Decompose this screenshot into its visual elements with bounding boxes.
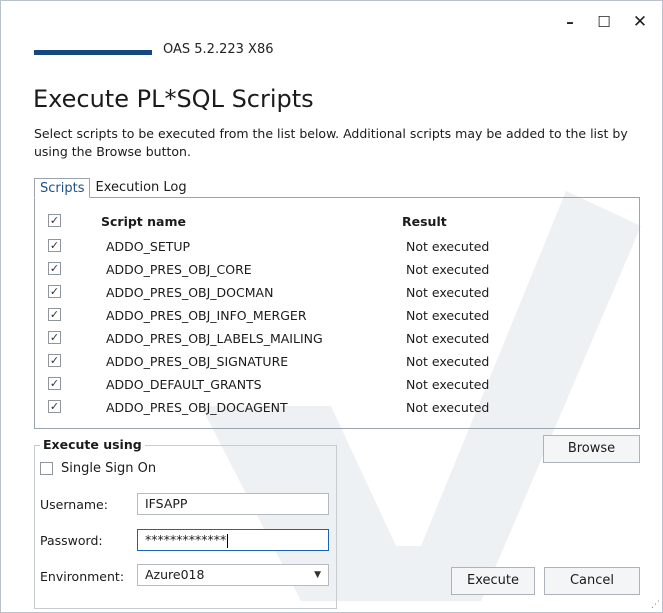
- scripts-list[interactable]: ✓ Script name Result ✓ ADDO_SETUP Not ex…: [34, 197, 640, 429]
- close-icon[interactable]: ✕: [628, 11, 652, 33]
- resize-grip-icon[interactable]: ⋰: [651, 600, 660, 610]
- script-name: ADDO_PRES_OBJ_LABELS_MAILING: [106, 331, 323, 346]
- row-checkbox[interactable]: ✓: [48, 308, 61, 321]
- script-name: ADDO_PRES_OBJ_DOCMAN: [106, 285, 274, 300]
- environment-value: Azure018: [145, 567, 205, 582]
- table-row[interactable]: ✓ ADDO_SETUP Not executed: [35, 235, 639, 257]
- table-row[interactable]: ✓ ADDO_PRES_OBJ_CORE Not executed: [35, 258, 639, 280]
- script-name: ADDO_PRES_OBJ_SIGNATURE: [106, 354, 289, 369]
- version-label: OAS 5.2.223 X86: [163, 42, 274, 57]
- execute-using-legend: Execute using: [40, 437, 145, 452]
- tab-scripts[interactable]: Scripts: [34, 178, 91, 198]
- sso-checkbox-box[interactable]: [40, 462, 53, 475]
- maximize-icon[interactable]: ☐: [592, 11, 616, 33]
- script-name: ADDO_DEFAULT_GRANTS: [106, 377, 262, 392]
- cancel-button[interactable]: Cancel: [544, 567, 640, 595]
- table-row[interactable]: ✓ ADDO_PRES_OBJ_DOCAGENT Not executed: [35, 396, 639, 418]
- row-checkbox[interactable]: ✓: [48, 285, 61, 298]
- environment-label: Environment:: [40, 569, 125, 584]
- row-checkbox[interactable]: ✓: [48, 262, 61, 275]
- tab-bar: Scripts Execution Log: [34, 178, 192, 198]
- script-result: Not executed: [406, 354, 490, 369]
- password-label: Password:: [40, 533, 103, 548]
- row-checkbox[interactable]: ✓: [48, 377, 61, 390]
- script-result: Not executed: [406, 239, 490, 254]
- page-title: Execute PL*SQL Scripts: [33, 85, 314, 113]
- table-row[interactable]: ✓ ADDO_PRES_OBJ_LABELS_MAILING Not execu…: [35, 327, 639, 349]
- password-field[interactable]: *************: [137, 529, 329, 551]
- script-result: Not executed: [406, 400, 490, 415]
- select-all-checkbox[interactable]: ✓: [48, 214, 61, 227]
- row-checkbox[interactable]: ✓: [48, 354, 61, 367]
- script-name: ADDO_PRES_OBJ_INFO_MERGER: [106, 308, 307, 323]
- column-header-result[interactable]: Result: [402, 214, 447, 229]
- script-name: ADDO_PRES_OBJ_CORE: [106, 262, 252, 277]
- browse-button[interactable]: Browse: [543, 435, 640, 463]
- password-value: *************: [145, 532, 227, 547]
- environment-select[interactable]: Azure018 ▼: [137, 564, 329, 586]
- text-caret: [227, 533, 229, 548]
- table-row[interactable]: ✓ ADDO_PRES_OBJ_INFO_MERGER Not executed: [35, 304, 639, 326]
- table-header-row: ✓ Script name Result: [35, 210, 639, 232]
- script-result: Not executed: [406, 285, 490, 300]
- column-header-script-name[interactable]: Script name: [101, 214, 186, 229]
- script-result: Not executed: [406, 262, 490, 277]
- script-name: ADDO_PRES_OBJ_DOCAGENT: [106, 400, 288, 415]
- script-result: Not executed: [406, 377, 490, 392]
- dialog-window: – ☐ ✕ OAS 5.2.223 X86 Execute PL*SQL Scr…: [0, 0, 663, 613]
- brand-bar: [34, 50, 152, 55]
- row-checkbox[interactable]: ✓: [48, 239, 61, 252]
- sso-label[interactable]: Single Sign On: [61, 461, 156, 476]
- script-name: ADDO_SETUP: [106, 239, 191, 254]
- script-result: Not executed: [406, 308, 490, 323]
- dropdown-arrow-icon[interactable]: ▼: [314, 565, 321, 585]
- table-row[interactable]: ✓ ADDO_DEFAULT_GRANTS Not executed: [35, 373, 639, 395]
- tab-execution-log[interactable]: Execution Log: [90, 178, 191, 198]
- table-row[interactable]: ✓ ADDO_PRES_OBJ_SIGNATURE Not executed: [35, 350, 639, 372]
- row-checkbox[interactable]: ✓: [48, 400, 61, 413]
- username-field[interactable]: IFSAPP: [137, 493, 329, 515]
- script-result: Not executed: [406, 331, 490, 346]
- username-label: Username:: [40, 497, 108, 512]
- row-checkbox[interactable]: ✓: [48, 331, 61, 344]
- minimize-icon[interactable]: –: [558, 11, 582, 33]
- instructions-text: Select scripts to be executed from the l…: [34, 126, 628, 159]
- table-row[interactable]: ✓ ADDO_PRES_OBJ_DOCMAN Not executed: [35, 281, 639, 303]
- execute-button[interactable]: Execute: [451, 567, 535, 595]
